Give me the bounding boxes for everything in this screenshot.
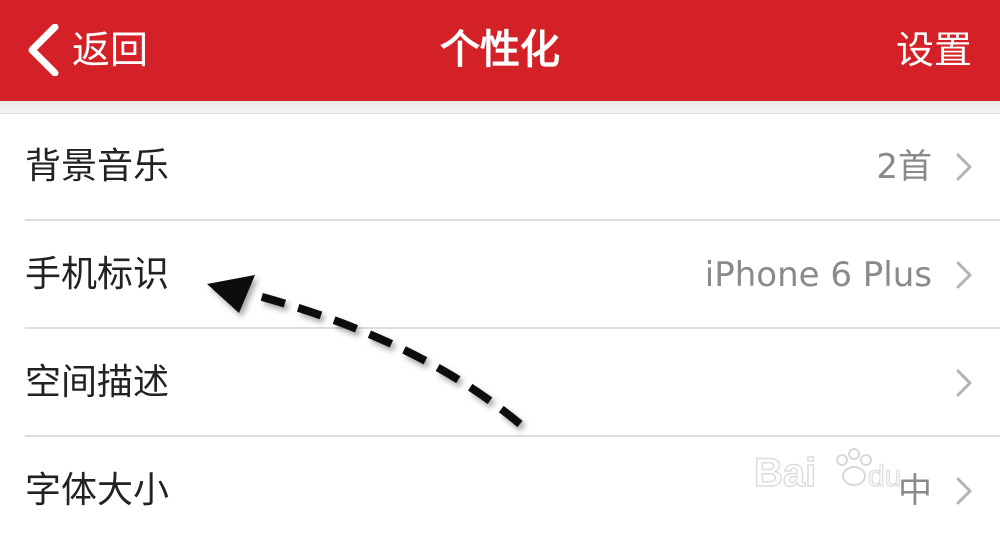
settings-button[interactable]: 设置 bbox=[896, 22, 972, 78]
nav-bar: 返回 个性化 设置 bbox=[0, 0, 1000, 101]
screen: 返回 个性化 设置 背景音乐 2首 手机标识 iPhone 6 Plus 空间描… bbox=[0, 0, 1000, 544]
list-item-background-music[interactable]: 背景音乐 2首 bbox=[0, 113, 1000, 221]
list-item-value: 2首 bbox=[876, 147, 932, 187]
list-item-value: 中 bbox=[898, 471, 932, 511]
back-label: 返回 bbox=[72, 28, 149, 72]
chevron-right-icon bbox=[956, 261, 972, 289]
chevron-right-icon bbox=[956, 153, 972, 181]
page-title: 个性化 bbox=[440, 27, 560, 73]
chevron-left-icon bbox=[28, 24, 59, 76]
settings-list: 背景音乐 2首 手机标识 iPhone 6 Plus 空间描述 字体大小 中 bbox=[0, 113, 1000, 544]
list-item-label: 空间描述 bbox=[25, 362, 170, 403]
back-button[interactable]: 返回 bbox=[26, 22, 148, 78]
list-item-label: 手机标识 bbox=[25, 254, 170, 295]
list-item-phone-label[interactable]: 手机标识 iPhone 6 Plus bbox=[0, 221, 1000, 329]
chevron-right-icon bbox=[956, 477, 972, 505]
list-item-value: iPhone 6 Plus bbox=[704, 255, 932, 295]
chevron-right-icon bbox=[956, 369, 972, 397]
list-item-label: 字体大小 bbox=[25, 470, 170, 511]
list-item-space-description[interactable]: 空间描述 bbox=[0, 329, 1000, 437]
list-item-label: 背景音乐 bbox=[25, 146, 170, 187]
list-item-font-size[interactable]: 字体大小 中 bbox=[0, 437, 1000, 544]
